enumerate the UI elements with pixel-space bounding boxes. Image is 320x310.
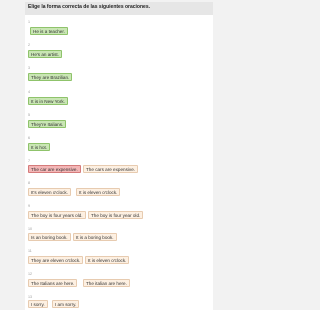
answer-chip[interactable]: They are Brazilian. — [28, 73, 73, 81]
item-number: 3 — [28, 66, 30, 70]
answer-chip[interactable]: It's eleven o'clock. — [28, 188, 71, 196]
item-number: 11 — [28, 249, 32, 253]
item-number: 2 — [28, 43, 30, 47]
instructions-title: Elige la forma correcta de las siguiente… — [28, 4, 150, 10]
item-number: 1 — [28, 20, 30, 24]
item-number: 4 — [28, 90, 30, 94]
answer-chip[interactable]: They're Italians. — [28, 120, 67, 128]
item-number: 12 — [28, 272, 32, 276]
answer-chip[interactable]: It is eleven o'clock. — [76, 188, 121, 196]
answer-chip[interactable]: I sorry. — [28, 300, 48, 308]
item-number: 8 — [28, 181, 30, 185]
answer-chip[interactable]: It is a boring book. — [73, 233, 117, 241]
answer-chip[interactable]: It is hot. — [28, 143, 51, 151]
item-number: 7 — [28, 159, 30, 163]
answer-chip[interactable]: The Italians are here. — [28, 279, 78, 287]
item-number: 9 — [28, 204, 30, 208]
answer-chip[interactable]: He's an artist. — [28, 50, 62, 58]
answer-chip[interactable]: It is in New York. — [28, 97, 68, 105]
item-number: 13 — [28, 295, 32, 299]
instructions-header: Elige la forma correcta de las siguiente… — [25, 2, 213, 15]
exercise-sheet: Elige la forma correcta de las siguiente… — [25, 2, 213, 310]
item-number: 6 — [28, 136, 30, 140]
answer-chip[interactable]: I am sorry. — [52, 300, 80, 308]
answer-chip[interactable]: Is an boring book. — [28, 233, 71, 241]
answer-chip[interactable]: The boy is four years old. — [28, 211, 86, 219]
answer-chip[interactable]: The boy is four year old. — [88, 211, 144, 219]
answer-chip[interactable]: He is a teacher. — [30, 27, 68, 35]
answer-chip[interactable]: The car are expensive. — [28, 165, 81, 173]
answer-chip[interactable]: The cars are expensive. — [83, 165, 139, 173]
item-number: 5 — [28, 113, 30, 117]
answer-chip[interactable]: It is eleven o'clock. — [85, 256, 130, 264]
answer-chip[interactable]: The italian are here. — [83, 279, 130, 287]
item-number: 10 — [28, 227, 32, 231]
answer-chip[interactable]: They are eleven o'clock. — [28, 256, 84, 264]
